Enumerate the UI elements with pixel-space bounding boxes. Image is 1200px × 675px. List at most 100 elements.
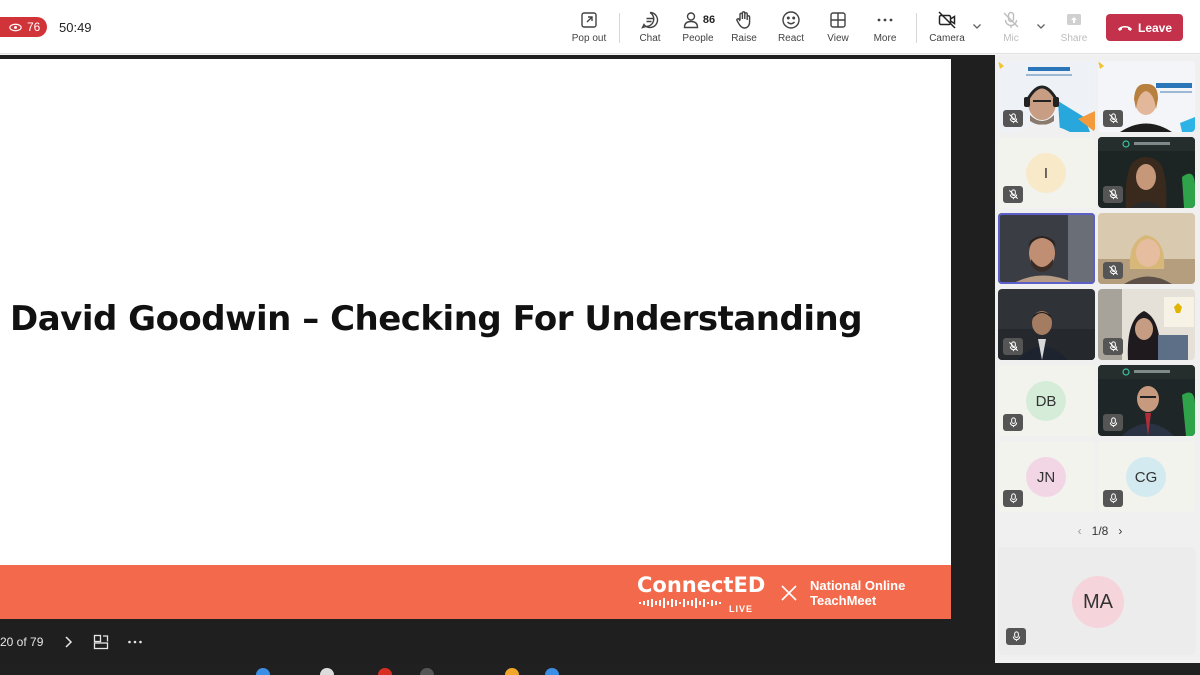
os-taskbar: [0, 663, 1200, 675]
taskbar-app-icon[interactable]: [545, 668, 559, 675]
pop-out-button[interactable]: Pop out: [563, 9, 615, 49]
chat-button[interactable]: Chat: [624, 9, 676, 49]
pop-out-icon: [581, 12, 597, 28]
slide-footer-band: ConnectED LIVE National Online TeachMeet: [0, 565, 951, 619]
raise-hand-icon: [736, 11, 751, 29]
slide-sorter-icon[interactable]: [92, 633, 110, 651]
presentation-slide: David Goodwin – Checking For Understandi…: [0, 59, 951, 619]
more-label: More: [873, 33, 897, 44]
muted-mic-badge: [1103, 110, 1123, 127]
chat-icon: [641, 11, 659, 29]
more-button[interactable]: More: [859, 9, 911, 49]
band-subtitle: National Online TeachMeet: [810, 578, 905, 608]
participant-tile[interactable]: [1098, 365, 1195, 436]
toolbar-divider: [916, 13, 917, 43]
pop-out-label: Pop out: [571, 33, 607, 44]
view-button[interactable]: View: [812, 9, 864, 49]
participant-tile[interactable]: DB: [998, 365, 1095, 436]
mic-off-icon: [1108, 341, 1118, 352]
taskbar-app-icon[interactable]: [256, 668, 270, 675]
raise-hand-button[interactable]: Raise: [718, 9, 770, 49]
participant-tile[interactable]: [1098, 137, 1195, 208]
muted-mic-badge: [1103, 338, 1123, 355]
people-count: 86: [702, 14, 716, 26]
more-icon: [877, 18, 893, 22]
teams-meeting-window: 76 50:49 Pop out Chat 86 People Raise Re…: [0, 0, 1200, 675]
participant-tile[interactable]: CG: [1098, 441, 1195, 512]
participant-tile[interactable]: [1098, 61, 1195, 132]
toolbar-divider: [619, 13, 620, 43]
mic-badge: [1003, 414, 1023, 431]
band-line-2: TeachMeet: [810, 593, 877, 608]
band-line-1: National Online: [810, 578, 906, 593]
collab-x-icon: [781, 585, 797, 601]
muted-mic-badge: [1103, 186, 1123, 203]
mic-icon: [1012, 631, 1020, 642]
slide-more-icon[interactable]: [126, 633, 144, 651]
participant-tile[interactable]: [1098, 289, 1195, 360]
mic-options-chevron-icon[interactable]: [1035, 20, 1047, 32]
taskbar-app-icon[interactable]: [420, 668, 434, 675]
taskbar-app-icon[interactable]: [505, 668, 519, 675]
spotlight-participant-tile[interactable]: MA: [998, 547, 1196, 655]
participant-avatar: JN: [1026, 457, 1066, 497]
video-feed-man-beard: [998, 213, 1095, 284]
mic-icon: [1003, 11, 1019, 28]
slide-page-indicator: 20 of 79: [0, 635, 44, 649]
participant-avatar: CG: [1126, 457, 1166, 497]
mic-off-icon: [1108, 189, 1118, 200]
brand-name: ConnectED: [637, 573, 766, 597]
participant-tile-active-speaker[interactable]: [998, 213, 1095, 284]
mic-icon: [1109, 493, 1117, 504]
muted-mic-badge: [1003, 186, 1023, 203]
slide-controls: 20 of 79: [0, 628, 200, 658]
camera-button[interactable]: Camera: [921, 9, 973, 49]
mic-button[interactable]: Mic: [985, 9, 1037, 49]
leave-label: Leave: [1137, 20, 1173, 35]
participant-tile[interactable]: I: [998, 137, 1095, 208]
meeting-timer: 50:49: [59, 20, 92, 35]
react-button[interactable]: React: [765, 9, 817, 49]
mic-off-icon: [1008, 113, 1018, 124]
mic-badge: [1103, 490, 1123, 507]
next-slide-chevron-icon[interactable]: [59, 633, 77, 651]
chat-label: Chat: [639, 33, 661, 44]
people-label: People: [682, 33, 714, 44]
raise-label: Raise: [731, 33, 757, 44]
gallery-pager: ‹ 1/8 ›: [1065, 522, 1135, 540]
participant-tile[interactable]: JN: [998, 441, 1095, 512]
taskbar-app-icon[interactable]: [378, 668, 392, 675]
camera-options-chevron-icon[interactable]: [971, 20, 983, 32]
view-label: View: [827, 33, 849, 44]
previous-page-chevron-icon[interactable]: ‹: [1078, 524, 1082, 538]
leave-button[interactable]: Leave: [1106, 14, 1183, 41]
participant-avatar: DB: [1026, 381, 1066, 421]
people-icon: [683, 12, 699, 29]
taskbar-app-icon[interactable]: [320, 668, 334, 675]
share-icon: [1067, 14, 1081, 25]
mic-off-icon: [1108, 265, 1118, 276]
participant-tile[interactable]: [1098, 213, 1195, 284]
participant-tile[interactable]: [998, 289, 1095, 360]
mic-icon: [1109, 417, 1117, 428]
people-button[interactable]: 86 People: [672, 9, 724, 49]
mic-badge: [1006, 628, 1026, 645]
mic-icon: [1009, 493, 1017, 504]
participant-tile[interactable]: [998, 61, 1095, 132]
live-count: 76: [27, 20, 41, 34]
share-button[interactable]: Share: [1048, 9, 1100, 49]
participants-gallery: I DB JN CG ‹ 1/8 › MA: [995, 55, 1200, 663]
soundwave-graphic: [639, 598, 721, 608]
connected-logo: ConnectED LIVE: [637, 574, 765, 614]
camera-label: Camera: [929, 33, 965, 44]
participant-avatar: MA: [1072, 576, 1124, 628]
smiley-icon: [782, 11, 800, 29]
muted-mic-badge: [1103, 262, 1123, 279]
live-viewers-badge[interactable]: 76: [0, 17, 47, 37]
next-page-chevron-icon[interactable]: ›: [1118, 524, 1122, 538]
share-label: Share: [1060, 33, 1088, 44]
shared-content-stage: David Goodwin – Checking For Understandi…: [0, 55, 995, 663]
mic-label: Mic: [1003, 33, 1019, 44]
mic-off-icon: [1008, 341, 1018, 352]
grid-icon: [830, 12, 846, 28]
